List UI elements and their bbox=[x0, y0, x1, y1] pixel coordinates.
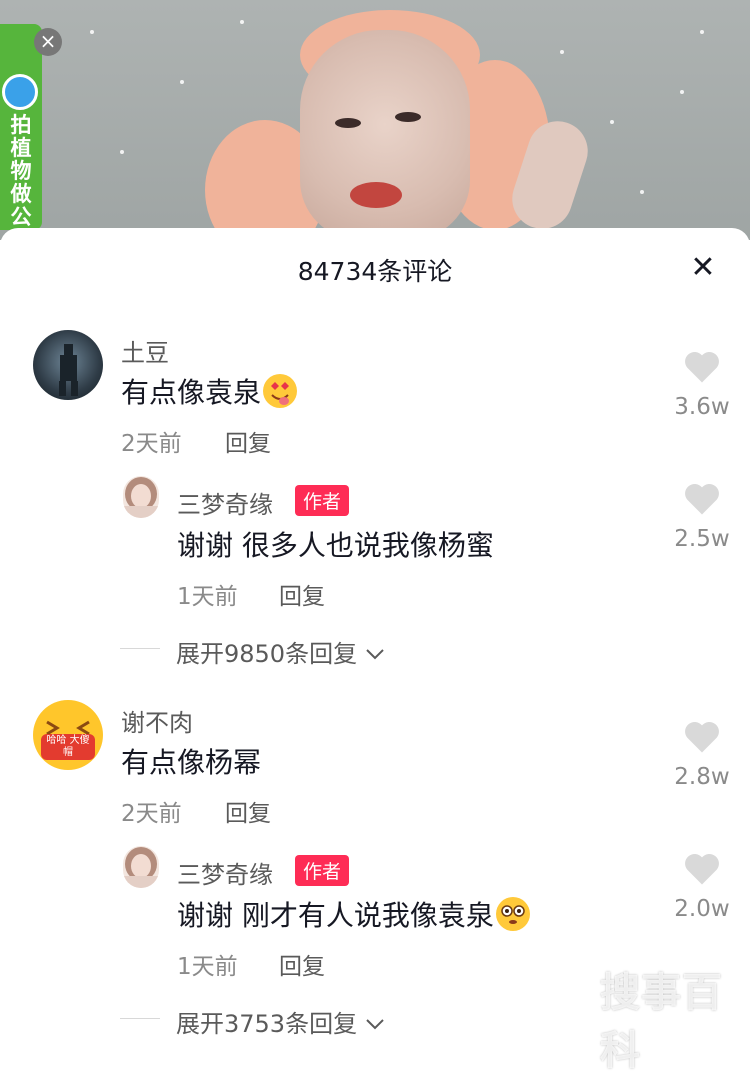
video-background bbox=[0, 0, 750, 240]
reply-button[interactable]: 回复 bbox=[225, 424, 271, 458]
comment-text: 有点像杨幂 bbox=[121, 746, 262, 779]
comment-username[interactable]: 谢不肉 bbox=[121, 703, 193, 738]
promo-close-icon[interactable]: × bbox=[34, 28, 62, 56]
reply-time: 1天前 bbox=[177, 954, 238, 980]
sparkle bbox=[640, 190, 644, 194]
avatar[interactable] bbox=[123, 476, 159, 518]
mouth bbox=[350, 182, 402, 208]
reply-button[interactable]: 回复 bbox=[279, 577, 325, 611]
avatar[interactable] bbox=[33, 330, 103, 400]
reply-button[interactable]: 回复 bbox=[225, 794, 271, 828]
expand-replies-label: 展开9850条回复 bbox=[176, 640, 358, 668]
comment-time: 2天前 bbox=[121, 801, 182, 827]
sparkle bbox=[610, 120, 614, 124]
reply-text: 谢谢 刚才有人说我像袁泉 bbox=[177, 894, 530, 934]
heart-icon bbox=[685, 483, 719, 515]
close-icon[interactable]: ✕ bbox=[686, 252, 720, 286]
sparkle bbox=[90, 30, 94, 34]
avatar[interactable] bbox=[123, 846, 159, 888]
avatar-image bbox=[59, 344, 78, 396]
expand-replies-label: 展开3753条回复 bbox=[176, 1010, 358, 1038]
comment-time: 2天前 bbox=[121, 431, 182, 457]
avatar[interactable]: 哈哈 大傻帽 bbox=[33, 700, 103, 770]
divider bbox=[120, 648, 160, 649]
sparkle bbox=[700, 30, 704, 34]
reply-text: 谢谢 很多人也说我像杨蜜 bbox=[177, 529, 494, 562]
like-count: 3.6w bbox=[674, 394, 730, 420]
sparkle bbox=[120, 150, 124, 154]
camera-icon bbox=[2, 74, 38, 110]
comment-count-title: 84734条评论 bbox=[297, 257, 453, 286]
heart-icon bbox=[685, 853, 719, 885]
heart-icon bbox=[685, 351, 719, 383]
sparkle bbox=[240, 20, 244, 24]
like-button[interactable]: 3.6w bbox=[667, 350, 737, 420]
divider bbox=[120, 1018, 160, 1019]
promo-badge[interactable]: 拍植物做公益 bbox=[0, 24, 42, 252]
author-badge: 作者 bbox=[295, 485, 350, 516]
like-count: 2.8w bbox=[674, 764, 730, 790]
avatar-caption: 哈哈 大傻帽 bbox=[46, 735, 90, 758]
flushed-emoji bbox=[495, 897, 530, 931]
chevron-down-icon bbox=[366, 649, 384, 660]
like-button[interactable]: 2.8w bbox=[667, 720, 737, 790]
comment-text-body: 有点像袁泉 bbox=[121, 376, 262, 409]
author-badge: 作者 bbox=[295, 855, 350, 886]
reply-username[interactable]: 三梦奇缘 bbox=[177, 485, 273, 520]
like-count: 2.0w bbox=[674, 896, 730, 922]
sparkle bbox=[180, 80, 184, 84]
expand-replies-button[interactable]: 展开3753条回复 bbox=[176, 1004, 385, 1039]
like-button[interactable]: 2.0w bbox=[667, 852, 737, 922]
reply-username[interactable]: 三梦奇缘 bbox=[177, 855, 273, 890]
comment-text: 有点像袁泉 bbox=[121, 371, 298, 411]
eye bbox=[395, 112, 421, 122]
avatar-image bbox=[123, 477, 159, 518]
heart-icon bbox=[685, 721, 719, 753]
heart-eyes-tongue-emoji bbox=[263, 374, 298, 408]
person-face bbox=[300, 30, 470, 240]
like-count: 2.5w bbox=[674, 526, 730, 552]
reply-button[interactable]: 回复 bbox=[279, 947, 325, 981]
expand-replies-button[interactable]: 展开9850条回复 bbox=[176, 634, 385, 669]
sparkle bbox=[680, 90, 684, 94]
watermark: 搜事百科 bbox=[600, 970, 723, 1074]
reply-text-body: 谢谢 刚才有人说我像袁泉 bbox=[177, 899, 494, 932]
eye bbox=[335, 118, 361, 128]
chevron-down-icon bbox=[366, 1019, 384, 1030]
like-button[interactable]: 2.5w bbox=[667, 482, 737, 552]
reply-time: 1天前 bbox=[177, 584, 238, 610]
avatar-image bbox=[123, 847, 159, 888]
comment-username[interactable]: 土豆 bbox=[121, 333, 169, 368]
sparkle bbox=[560, 50, 564, 54]
